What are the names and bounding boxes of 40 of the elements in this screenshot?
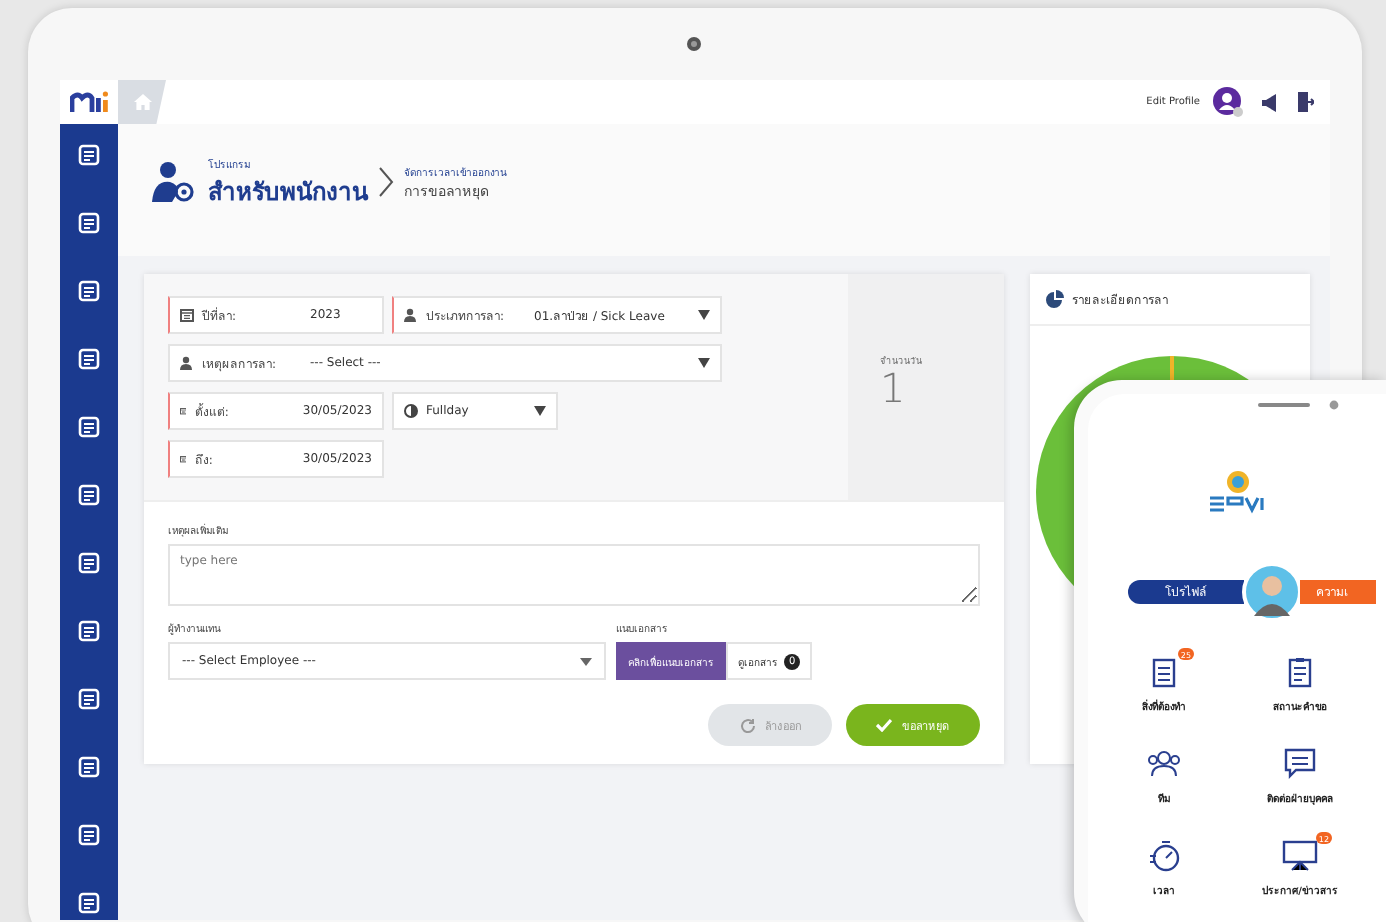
menu-icon[interactable] <box>78 892 100 914</box>
menu-icon[interactable] <box>78 688 100 710</box>
avatar-icon[interactable] <box>1212 86 1244 118</box>
menu-icon[interactable] <box>78 212 100 234</box>
team-icon <box>1146 750 1182 778</box>
menu-icon[interactable] <box>78 756 100 778</box>
menu-icon[interactable] <box>78 280 100 302</box>
menu-icon[interactable] <box>78 144 100 166</box>
home-icon <box>133 94 151 110</box>
chevron-icon <box>378 166 394 198</box>
megaphone-icon[interactable] <box>1260 93 1280 111</box>
user-settings-icon <box>150 160 198 204</box>
check-icon <box>876 718 892 732</box>
clipboard-icon <box>1284 656 1316 688</box>
logout-icon[interactable] <box>1296 92 1314 112</box>
camera-icon <box>686 36 702 52</box>
person-icon <box>180 356 194 370</box>
pie-chart-icon <box>1046 290 1064 308</box>
menu-icon[interactable] <box>78 416 100 438</box>
menu-icon[interactable] <box>78 824 100 846</box>
calendar-icon <box>180 308 194 322</box>
menu-icon[interactable] <box>78 552 100 574</box>
avatar-icon <box>1242 562 1302 622</box>
board-icon <box>1282 840 1318 872</box>
stopwatch-icon <box>1148 840 1180 872</box>
person-icon <box>404 308 418 322</box>
calendar-icon <box>180 404 187 418</box>
calendar-icon <box>180 452 187 466</box>
menu-icon[interactable] <box>78 620 100 642</box>
caret-icon <box>580 657 592 665</box>
days-value: 1 <box>880 368 908 408</box>
menu-icon[interactable] <box>78 348 100 370</box>
half-circle-icon <box>404 404 418 418</box>
refresh-icon <box>739 717 755 733</box>
page-title: สำหรับพนักงาน <box>208 175 368 209</box>
spvi-logo-icon <box>1208 470 1268 514</box>
chat-icon <box>1284 748 1316 780</box>
menu-icon[interactable] <box>78 484 100 506</box>
speaker-icon <box>1258 400 1342 410</box>
checklist-icon <box>1148 656 1180 688</box>
